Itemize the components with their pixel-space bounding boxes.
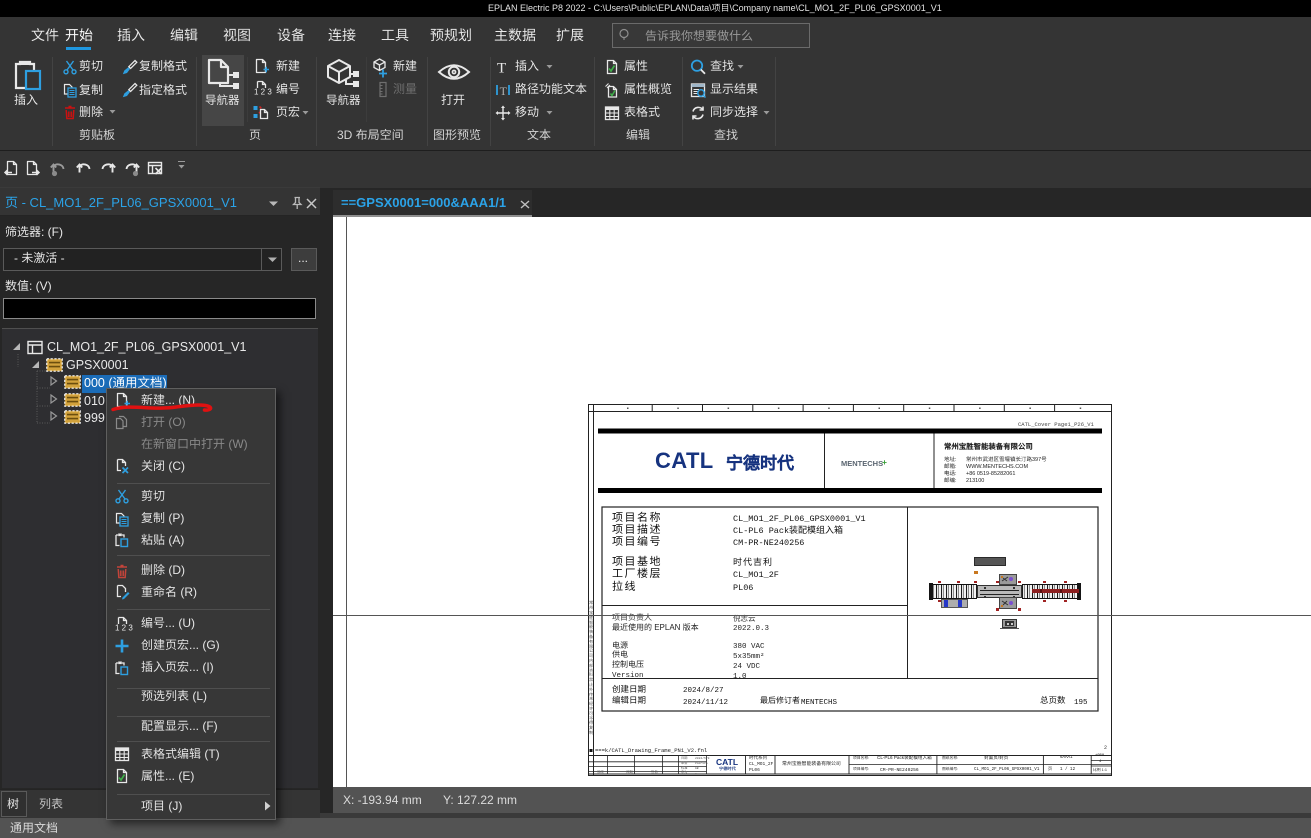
svg-text:2024/5/9: 2024/5/9 <box>695 756 710 760</box>
svg-text:X: -193.94 mm: X: -193.94 mm <box>343 793 422 807</box>
svg-text:EPLAN Electric P8 2022 - C:\Us: EPLAN Electric P8 2022 - C:\Users\Public… <box>488 3 712 13</box>
svg-text:MENTECHS: MENTECHS <box>841 459 883 468</box>
svg-text:- CL_MO1_2F_PL06_GPSX0001_V1: - CL_MO1_2F_PL06_GPSX0001_V1 <box>18 195 237 210</box>
svg-text:\Company name\CL_MO1_2F_PL06_G: \Company name\CL_MO1_2F_PL06_GPSX0001_V1 <box>730 3 942 13</box>
svg-text:2022.0.3: 2022.0.3 <box>733 625 770 633</box>
svg-text:CM-PR-NE240256: CM-PR-NE240256 <box>880 767 919 773</box>
svg-text:CL-PL6 Pack: CL-PL6 Pack <box>733 526 789 536</box>
svg-text:(C): (C) <box>165 459 185 473</box>
svg-text:===k/CATL_Drawing_Frame_PN1_V2: ===k/CATL_Drawing_Frame_PN1_V2.fnl <box>595 747 707 754</box>
svg-text:GPSX0001: GPSX0001 <box>66 358 129 372</box>
svg-text:(T): (T) <box>201 747 220 761</box>
svg-text:... (F): ... (F) <box>189 719 218 733</box>
svg-text::: : <box>957 767 958 771</box>
svg-text:... (I): ... (I) <box>189 660 214 674</box>
svg-text:PL06: PL06 <box>733 583 753 593</box>
svg-text:(L): (L) <box>189 689 207 703</box>
svg-text::: : <box>868 756 869 760</box>
svg-text:(A): (A) <box>165 533 184 547</box>
svg-text:...: ... <box>298 251 308 265</box>
svg-text:-: - <box>57 251 64 265</box>
svg-text:Poersch: Poersch <box>695 761 708 765</box>
svg-text:T: T <box>497 61 506 77</box>
svg-text:(D): (D) <box>165 563 185 577</box>
svg-text:GB: GB <box>695 767 699 770</box>
svg-text:CATL_Cover Page1_P26_V1: CATL_Cover Page1_P26_V1 <box>1018 421 1095 428</box>
svg-text:CL_MO1_2F: CL_MO1_2F <box>733 570 779 580</box>
svg-text:==GPSX0001=000&AAA1/1: ==GPSX0001=000&AAA1/1 <box>341 195 506 210</box>
svg-text:-: - <box>695 772 697 775</box>
svg-text:(R): (R) <box>177 585 197 599</box>
svg-text::: : <box>955 478 957 484</box>
svg-text:... (U): ... (U) <box>165 616 195 630</box>
svg-text:4: 4 <box>1099 760 1102 764</box>
svg-text:Version: Version <box>612 672 644 680</box>
svg-text::: : <box>868 767 869 771</box>
svg-text:397: 397 <box>1032 457 1041 463</box>
svg-text:1 2 3: 1 2 3 <box>115 623 133 632</box>
svg-text:+: + <box>882 457 887 467</box>
svg-text:1.0: 1.0 <box>733 673 747 681</box>
svg-text:CM-PR-NE240256: CM-PR-NE240256 <box>733 538 804 548</box>
svg-text:(P): (P) <box>165 511 184 525</box>
svg-text:1:1: 1:1 <box>1101 768 1107 772</box>
svg-text:2024/8/27: 2024/8/27 <box>683 687 724 695</box>
svg-text:2024/11/12: 2024/11/12 <box>683 699 728 707</box>
svg-text:195: 195 <box>1074 699 1088 707</box>
svg-text:: (F): : (F) <box>41 225 63 239</box>
svg-text:-: - <box>14 251 21 265</box>
svg-text:... (G): ... (G) <box>189 638 220 652</box>
svg-text:6AAA1: 6AAA1 <box>1060 756 1073 760</box>
svg-text:CL_MO1_2F_PL06_GPSX0001_V1: CL_MO1_2F_PL06_GPSX0001_V1 <box>733 514 866 524</box>
svg-text:213100: 213100 <box>966 478 984 484</box>
svg-text:PL06: PL06 <box>749 767 760 773</box>
svg-text:CL_MO1_2F_PL06_GPSX0001_V1: CL_MO1_2F_PL06_GPSX0001_V1 <box>974 768 1040 772</box>
svg-text:2: 2 <box>1104 745 1107 751</box>
svg-text::: : <box>957 756 958 760</box>
svg-text:CL-PL6 Pack: CL-PL6 Pack <box>877 755 905 760</box>
svg-text:CATL: CATL <box>655 448 714 473</box>
svg-text:MENTECHS: MENTECHS <box>801 699 838 707</box>
svg-text:1 2 3: 1 2 3 <box>254 88 272 97</box>
svg-text:3D: 3D <box>337 128 356 142</box>
svg-text:EPLAN: EPLAN <box>652 623 683 632</box>
svg-text:T: T <box>500 84 508 98</box>
svg-text:CL_MO1_2F_PL06_GPSX0001_V1: CL_MO1_2F_PL06_GPSX0001_V1 <box>47 340 246 354</box>
svg-text:(O): (O) <box>165 415 186 429</box>
svg-text:(W): (W) <box>225 437 248 451</box>
svg-text:1 / 12: 1 / 12 <box>1060 767 1076 772</box>
svg-text:Y: 127.22 mm: Y: 127.22 mm <box>443 793 517 807</box>
svg-text:... (E): ... (E) <box>165 769 194 783</box>
svg-text:(J): (J) <box>165 799 182 813</box>
svg-text:: (V): : (V) <box>29 279 52 293</box>
